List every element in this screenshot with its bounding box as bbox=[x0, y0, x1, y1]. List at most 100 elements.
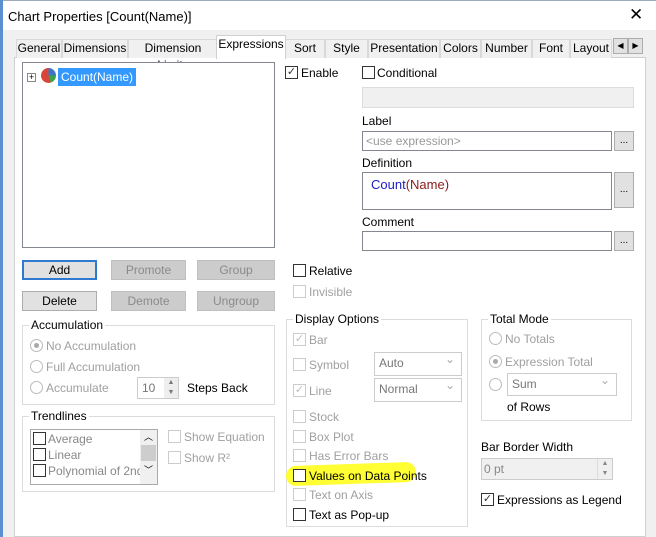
add-button[interactable]: Add bbox=[22, 260, 97, 280]
full-accumulation-label: Full Accumulation bbox=[46, 360, 141, 374]
tab-number[interactable]: Number bbox=[481, 39, 532, 58]
text-on-axis-checkbox[interactable] bbox=[293, 488, 306, 501]
delete-button[interactable]: Delete bbox=[22, 291, 97, 311]
definition-input[interactable]: Count(Name) bbox=[362, 172, 612, 210]
text-as-pop-up-checkbox[interactable] bbox=[293, 508, 306, 521]
no-accumulation-radio[interactable] bbox=[30, 339, 43, 352]
has-error-bars-checkbox[interactable] bbox=[293, 449, 306, 462]
text-as-pop-up-label: Text as Pop-up bbox=[309, 508, 390, 522]
steps-back-label: Steps Back bbox=[187, 381, 248, 395]
bar-border-value: 0 pt bbox=[484, 462, 505, 476]
trendline-item[interactable]: Polynomial of 2nd d bbox=[33, 464, 153, 478]
conditional-checkbox[interactable] bbox=[362, 66, 375, 79]
symbol-checkbox[interactable] bbox=[293, 358, 306, 371]
comment-input[interactable] bbox=[362, 231, 612, 251]
close-icon[interactable]: ✕ bbox=[629, 5, 643, 25]
tab-sort[interactable]: Sort bbox=[285, 39, 325, 58]
definition-label: Definition bbox=[362, 156, 413, 170]
definition-argument: (Name) bbox=[405, 177, 450, 192]
tab-style[interactable]: Style bbox=[325, 39, 368, 58]
sum-of-rows-radio[interactable] bbox=[489, 378, 502, 391]
no-totals-radio[interactable] bbox=[489, 332, 502, 345]
promote-button[interactable]: Promote bbox=[111, 260, 186, 280]
scroll-up-icon[interactable]: ︿ bbox=[140, 430, 157, 443]
demote-button[interactable]: Demote bbox=[111, 291, 186, 311]
trendline-label: Linear bbox=[48, 448, 82, 462]
bar-border-width-input[interactable]: 0 pt ▲ ▼ bbox=[481, 458, 613, 480]
label-expression-button[interactable]: ... bbox=[614, 131, 634, 151]
relative-checkbox[interactable] bbox=[293, 264, 306, 277]
line-style-select[interactable]: Normal bbox=[374, 375, 462, 402]
label-label: Label bbox=[362, 114, 392, 128]
show-r2-checkbox[interactable] bbox=[168, 451, 181, 464]
label-input[interactable]: <use expression> bbox=[362, 131, 612, 151]
show-equation-checkbox[interactable] bbox=[168, 430, 181, 443]
expand-icon[interactable]: + bbox=[27, 73, 36, 82]
show-r2-label: Show R² bbox=[184, 451, 231, 465]
tab-dimensions[interactable]: Dimensions bbox=[62, 39, 128, 58]
definition-expression-button[interactable]: ... bbox=[614, 172, 634, 208]
tab-colors[interactable]: Colors bbox=[440, 39, 481, 58]
comment-label: Comment bbox=[362, 215, 415, 229]
trendlines-list[interactable]: Average Linear Polynomial of 2nd d ︿ ﹀ bbox=[30, 429, 158, 485]
spinner-arrows-icon[interactable]: ▲ ▼ bbox=[164, 378, 178, 398]
expression-total-radio[interactable] bbox=[489, 355, 502, 368]
bar-border-width-label: Bar Border Width bbox=[481, 440, 574, 454]
trendline-checkbox[interactable] bbox=[33, 464, 46, 477]
comment-expression-button[interactable]: ... bbox=[614, 231, 634, 251]
tab-layout[interactable]: Layout bbox=[570, 39, 612, 58]
pie-chart-icon bbox=[41, 68, 56, 83]
expressions-as-legend-checkbox[interactable]: ✓ bbox=[481, 493, 494, 506]
total-mode-title: Total Mode bbox=[488, 312, 551, 326]
group-button[interactable]: Group bbox=[197, 260, 275, 280]
line-label: Line bbox=[309, 384, 332, 398]
ungroup-button[interactable]: Ungroup bbox=[197, 291, 275, 311]
enable-checkbox[interactable]: ✓ bbox=[285, 66, 298, 79]
definition-function: Count bbox=[371, 177, 406, 192]
tab-general[interactable]: General bbox=[16, 39, 62, 58]
no-totals-label: No Totals bbox=[505, 332, 555, 346]
accumulate-radio[interactable] bbox=[30, 381, 43, 394]
tab-expressions[interactable]: Expressions bbox=[216, 35, 286, 59]
steps-spinner[interactable]: 10 ▲ ▼ bbox=[137, 377, 179, 399]
conditional-input[interactable] bbox=[362, 87, 634, 108]
tab-font[interactable]: Font bbox=[532, 39, 570, 58]
stock-label: Stock bbox=[309, 410, 340, 424]
symbol-label: Symbol bbox=[309, 358, 350, 372]
display-options-title: Display Options bbox=[293, 312, 382, 326]
trendline-item[interactable]: Average bbox=[33, 432, 92, 446]
box-plot-checkbox[interactable] bbox=[293, 430, 306, 443]
relative-label: Relative bbox=[309, 264, 353, 278]
tab-dimension-limits[interactable]: Dimension Limits bbox=[128, 39, 218, 72]
tree-item-count-name[interactable]: Count(Name) bbox=[58, 68, 137, 86]
show-equation-label: Show Equation bbox=[184, 430, 265, 444]
box-plot-label: Box Plot bbox=[309, 430, 354, 444]
accumulation-title: Accumulation bbox=[29, 318, 106, 332]
stock-checkbox[interactable] bbox=[293, 410, 306, 423]
full-accumulation-radio[interactable] bbox=[30, 360, 43, 373]
trendline-label: Average bbox=[48, 432, 93, 446]
trendline-checkbox[interactable] bbox=[33, 448, 46, 461]
tab-presentation[interactable]: Presentation bbox=[368, 39, 440, 58]
of-rows-label: of Rows bbox=[507, 400, 551, 414]
steps-value: 10 bbox=[142, 381, 156, 395]
symbol-select[interactable]: Auto bbox=[374, 349, 462, 376]
spinner-arrows-icon[interactable]: ▲ ▼ bbox=[597, 459, 612, 479]
tab-scroll-left-icon[interactable]: ◀ bbox=[613, 38, 628, 54]
expression-tree[interactable]: + Count(Name) bbox=[22, 62, 275, 248]
trendlines-scrollbar[interactable]: ︿ ﹀ bbox=[140, 430, 157, 484]
line-checkbox[interactable]: ✓ bbox=[293, 384, 306, 397]
tab-scroll-right-icon[interactable]: ▶ bbox=[628, 38, 643, 54]
conditional-label: Conditional bbox=[377, 66, 438, 80]
values-on-data-points-checkbox[interactable] bbox=[293, 469, 306, 482]
trendline-checkbox[interactable] bbox=[33, 432, 46, 445]
expression-total-label: Expression Total bbox=[505, 355, 593, 369]
invisible-checkbox[interactable] bbox=[293, 285, 306, 298]
scroll-down-icon[interactable]: ﹀ bbox=[140, 463, 157, 476]
window-title: Chart Properties [Count(Name)] bbox=[8, 9, 192, 24]
bar-checkbox[interactable]: ✓ bbox=[293, 333, 306, 346]
scroll-thumb[interactable] bbox=[141, 445, 156, 461]
sum-select[interactable]: Sum bbox=[507, 370, 617, 396]
values-on-data-points-label: Values on Data Points bbox=[309, 469, 427, 483]
trendline-item[interactable]: Linear bbox=[33, 448, 81, 462]
